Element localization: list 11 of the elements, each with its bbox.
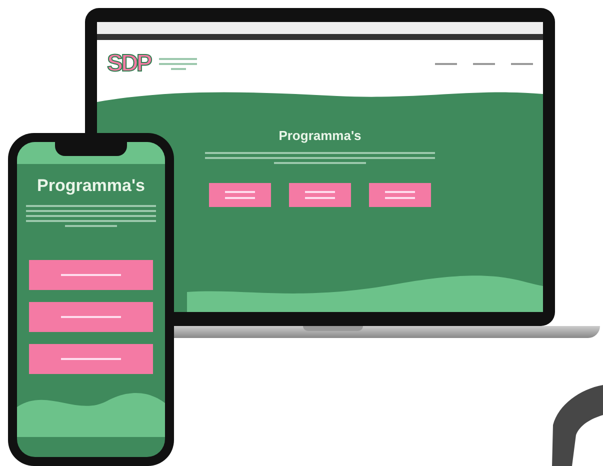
program-button[interactable] — [29, 344, 153, 374]
section-heading: Programma's — [37, 176, 145, 196]
program-button[interactable] — [29, 260, 153, 290]
program-button[interactable] — [29, 302, 153, 332]
blurred-text-drawing — [158, 55, 198, 73]
section-heading: Programma's — [278, 128, 362, 143]
site-logo: SDP — [107, 50, 150, 78]
program-button[interactable] — [209, 183, 271, 207]
program-button[interactable] — [289, 183, 351, 207]
program-button[interactable] — [369, 183, 431, 207]
phone-notch — [55, 142, 127, 156]
